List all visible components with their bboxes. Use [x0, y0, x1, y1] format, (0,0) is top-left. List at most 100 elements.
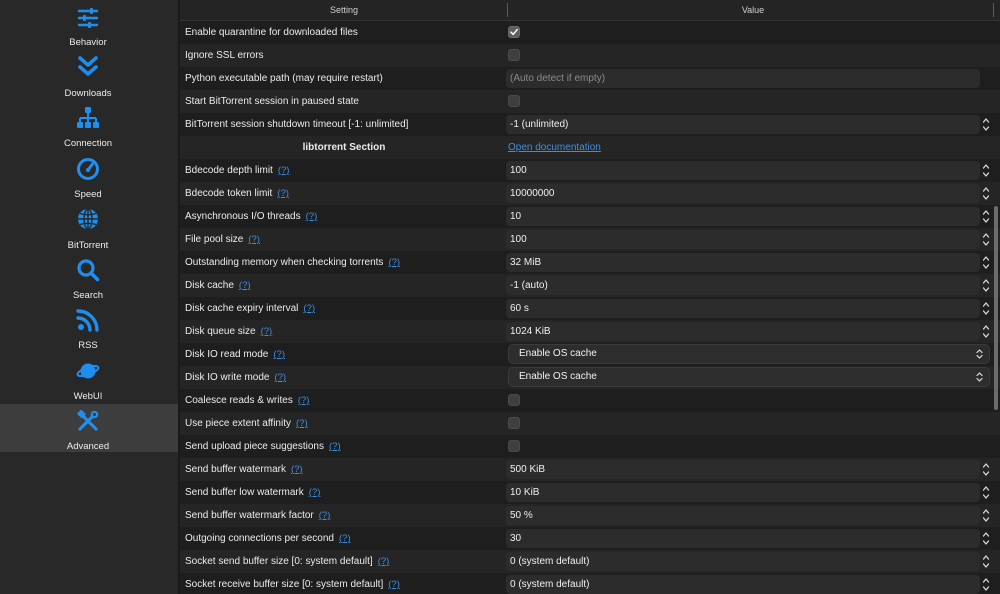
setting-checkbox[interactable] — [508, 49, 520, 61]
stepper-arrows-icon[interactable] — [982, 301, 990, 316]
setting-label: Send upload piece suggestions (?) — [185, 435, 341, 458]
chevron-updown-icon — [976, 349, 983, 359]
setting-label-text: Coalesce reads & writes — [185, 395, 293, 406]
sidebar-item-label: BitTorrent — [67, 240, 109, 251]
spinbox-value: 500 KiB — [510, 464, 546, 475]
column-header-setting[interactable]: Setting — [180, 0, 508, 20]
help-link[interactable]: (?) — [298, 395, 310, 406]
setting-label: Ignore SSL errors — [185, 44, 264, 67]
vertical-scrollbar[interactable] — [994, 206, 998, 410]
stepper-arrows-icon[interactable] — [982, 117, 990, 132]
setting-spinbox[interactable]: 0 (system default) — [506, 552, 980, 571]
help-link[interactable]: (?) — [274, 372, 286, 383]
setting-spinbox[interactable]: 10 KiB — [506, 483, 980, 502]
setting-label: Outstanding memory when checking torrent… — [185, 251, 400, 274]
table-row: Socket receive buffer size [0: system de… — [180, 573, 1000, 594]
setting-label: Bdecode depth limit (?) — [185, 159, 289, 182]
help-link[interactable]: (?) — [278, 165, 290, 176]
setting-text-input[interactable]: (Auto detect if empty) — [506, 69, 980, 88]
stepper-arrows-icon[interactable] — [982, 209, 990, 224]
setting-checkbox[interactable] — [508, 440, 520, 452]
setting-spinbox[interactable]: 100 — [506, 161, 980, 180]
help-link[interactable]: (?) — [303, 303, 315, 314]
spinbox-value: 0 (system default) — [510, 556, 590, 567]
stepper-arrows-icon[interactable] — [982, 508, 990, 523]
help-link[interactable]: (?) — [319, 510, 331, 521]
help-link[interactable]: (?) — [306, 211, 318, 222]
setting-spinbox[interactable]: 10000000 — [506, 184, 980, 203]
text-input-placeholder: (Auto detect if empty) — [510, 73, 606, 84]
help-link[interactable]: (?) — [388, 579, 400, 590]
setting-spinbox[interactable]: -1 (auto) — [506, 276, 980, 295]
help-link[interactable]: (?) — [248, 234, 260, 245]
sidebar-item-speed[interactable]: Speed — [0, 152, 178, 200]
setting-spinbox[interactable]: 100 — [506, 230, 980, 249]
setting-checkbox[interactable] — [508, 394, 520, 406]
help-link[interactable]: (?) — [273, 349, 285, 360]
setting-label: Asynchronous I/O threads (?) — [185, 205, 317, 228]
setting-label: Socket receive buffer size [0: system de… — [185, 573, 400, 594]
help-link[interactable]: (?) — [239, 280, 251, 291]
stepper-arrows-icon[interactable] — [982, 485, 990, 500]
setting-spinbox[interactable]: 10 — [506, 207, 980, 226]
stepper-arrows-icon[interactable] — [982, 232, 990, 247]
setting-spinbox[interactable]: 0 (system default) — [506, 575, 980, 594]
help-link[interactable]: (?) — [388, 257, 400, 268]
sidebar-item-bittorrent[interactable]: BitTorrent — [0, 203, 178, 251]
sidebar-item-behavior[interactable]: Behavior — [0, 0, 178, 48]
sidebar-item-search[interactable]: Search — [0, 253, 178, 301]
sidebar-item-connection[interactable]: Connection — [0, 101, 178, 149]
stepper-arrows-icon[interactable] — [982, 462, 990, 477]
setting-spinbox[interactable]: 30 — [506, 529, 980, 548]
setting-label-text: Disk IO write mode — [185, 372, 270, 383]
column-separator — [993, 3, 994, 17]
table-header: Setting Value — [180, 0, 1000, 21]
table-row: File pool size (?) 100 — [180, 228, 1000, 251]
setting-dropdown[interactable]: Enable OS cache — [508, 344, 990, 364]
setting-spinbox[interactable]: 32 MiB — [506, 253, 980, 272]
setting-label: Bdecode token limit (?) — [185, 182, 289, 205]
help-link[interactable]: (?) — [296, 418, 308, 429]
setting-label: Enable quarantine for downloaded files — [185, 21, 358, 44]
sidebar-item-advanced[interactable]: Advanced — [0, 404, 178, 452]
sidebar-item-downloads[interactable]: Downloads — [0, 51, 178, 99]
dropdown-value: Enable OS cache — [519, 348, 597, 359]
setting-checkbox[interactable] — [508, 417, 520, 429]
setting-label: Send buffer watermark (?) — [185, 458, 303, 481]
table-row: Disk cache (?) -1 (auto) — [180, 274, 1000, 297]
table-row: Start BitTorrent session in paused state — [180, 90, 1000, 113]
help-link[interactable]: (?) — [309, 487, 321, 498]
stepper-arrows-icon[interactable] — [982, 255, 990, 270]
setting-spinbox[interactable]: -1 (unlimited) — [506, 115, 980, 134]
setting-checkbox[interactable] — [508, 26, 520, 38]
stepper-arrows-icon[interactable] — [982, 186, 990, 201]
stepper-arrows-icon[interactable] — [982, 554, 990, 569]
setting-spinbox[interactable]: 50 % — [506, 506, 980, 525]
stepper-arrows-icon[interactable] — [982, 324, 990, 339]
stepper-arrows-icon[interactable] — [982, 577, 990, 592]
setting-checkbox[interactable] — [508, 95, 520, 107]
stepper-arrows-icon[interactable] — [982, 278, 990, 293]
help-link[interactable]: (?) — [339, 533, 351, 544]
spinbox-value: 10 — [510, 211, 522, 222]
setting-spinbox[interactable]: 60 s — [506, 299, 980, 318]
help-link[interactable]: (?) — [277, 188, 289, 199]
column-header-value[interactable]: Value — [508, 0, 998, 20]
table-row: Coalesce reads & writes (?) — [180, 389, 1000, 412]
open-documentation-link[interactable]: Open documentation — [508, 136, 601, 159]
table-row: Bdecode depth limit (?) 100 — [180, 159, 1000, 182]
help-link[interactable]: (?) — [261, 326, 273, 337]
stepper-arrows-icon[interactable] — [982, 531, 990, 546]
stepper-arrows-icon[interactable] — [982, 163, 990, 178]
setting-dropdown[interactable]: Enable OS cache — [508, 367, 990, 387]
sidebar-item-rss[interactable]: RSS — [0, 303, 178, 351]
table-row: Use piece extent affinity (?) — [180, 412, 1000, 435]
sidebar-item-webui[interactable]: WebUI — [0, 354, 178, 402]
setting-spinbox[interactable]: 500 KiB — [506, 460, 980, 479]
setting-spinbox[interactable]: 1024 KiB — [506, 322, 980, 341]
help-link[interactable]: (?) — [378, 556, 390, 567]
help-link[interactable]: (?) — [329, 441, 341, 452]
table-row: Asynchronous I/O threads (?) 10 — [180, 205, 1000, 228]
setting-label: BitTorrent session shutdown timeout [-1:… — [185, 113, 408, 136]
help-link[interactable]: (?) — [291, 464, 303, 475]
